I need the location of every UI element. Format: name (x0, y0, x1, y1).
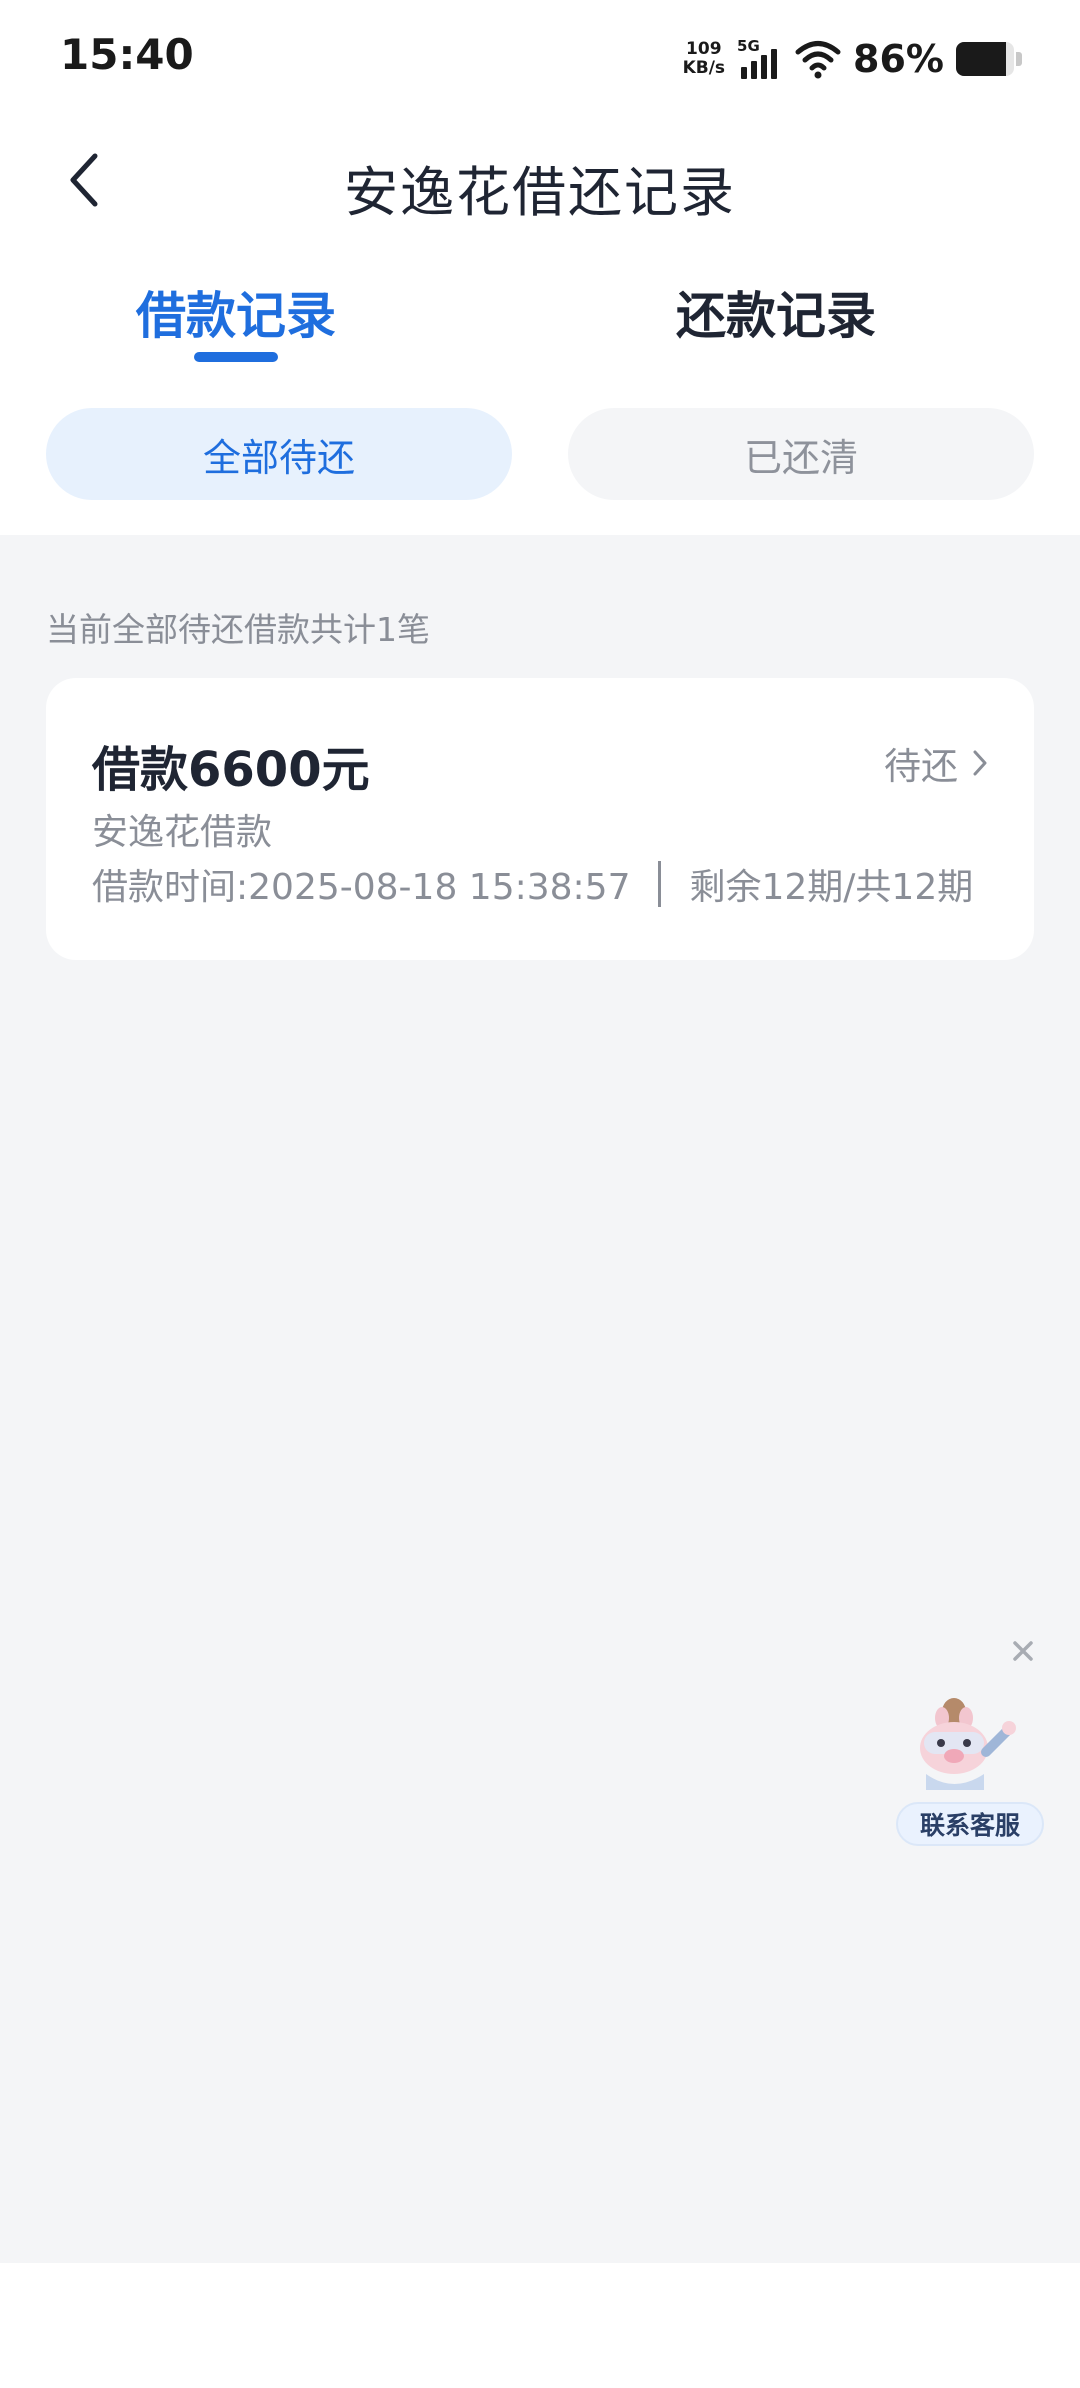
close-icon[interactable] (1008, 1636, 1038, 1666)
status-icons: 109 KB/s 5G 86% (683, 34, 1022, 84)
loan-meta: 借款时间:2025-08-18 15:38:57 剩余12期/共12期 (92, 858, 973, 910)
battery-tip (1016, 52, 1022, 66)
meta-divider (658, 861, 662, 907)
app-header: 安逸花借还记录 (0, 120, 1080, 240)
wifi-icon (795, 41, 841, 79)
cellular-signal-icon: 5G (737, 37, 783, 81)
battery-level-fill (956, 42, 1006, 76)
mascot-icon (920, 1698, 1016, 1790)
contact-service-label: 联系客服 (896, 1802, 1044, 1846)
page-title: 安逸花借还记录 (344, 161, 736, 224)
chevron-right-icon (973, 750, 987, 776)
record-tabs: 借款记录 还款记录 (0, 260, 1080, 370)
bottom-safe-area (0, 2263, 1080, 2388)
filter-paid-off[interactable]: 已还清 (568, 408, 1034, 500)
loan-installments: 剩余12期/共12期 (689, 867, 974, 908)
battery-icon (956, 42, 1014, 76)
customer-service-widget[interactable]: 联系客服 (896, 1696, 1044, 1846)
tab-repayment-records[interactable]: 还款记录 (646, 276, 906, 348)
loan-status[interactable]: 待还 (884, 736, 988, 790)
filter-all-pending[interactable]: 全部待还 (46, 408, 512, 500)
loan-time: 借款时间:2025-08-18 15:38:57 (92, 867, 631, 908)
network-speed-value: 109 (686, 39, 722, 59)
loan-product-name: 安逸花借款 (92, 812, 273, 853)
records-content: 当前全部待还借款共计1笔 借款6600元 待还 安逸花借款 借款时间:2025-… (0, 535, 1080, 2263)
pending-summary: 当前全部待还借款共计1笔 (46, 610, 430, 649)
loan-status-label: 待还 (884, 745, 958, 788)
status-time: 15:40 (60, 30, 194, 79)
filter-chips: 全部待还 已还清 (0, 408, 1080, 500)
loan-amount: 借款6600元 (92, 742, 370, 798)
active-tab-indicator (194, 352, 278, 362)
network-speed-unit: KB/s (682, 58, 726, 78)
network-speed: 109 KB/s (683, 40, 725, 78)
battery-percent: 86% (853, 37, 944, 81)
loan-record-card[interactable]: 借款6600元 待还 安逸花借款 借款时间:2025-08-18 15:38:5… (46, 678, 1034, 960)
tab-loan-records[interactable]: 借款记录 (106, 276, 366, 348)
status-bar: 15:40 109 KB/s 5G 86% (0, 0, 1080, 120)
